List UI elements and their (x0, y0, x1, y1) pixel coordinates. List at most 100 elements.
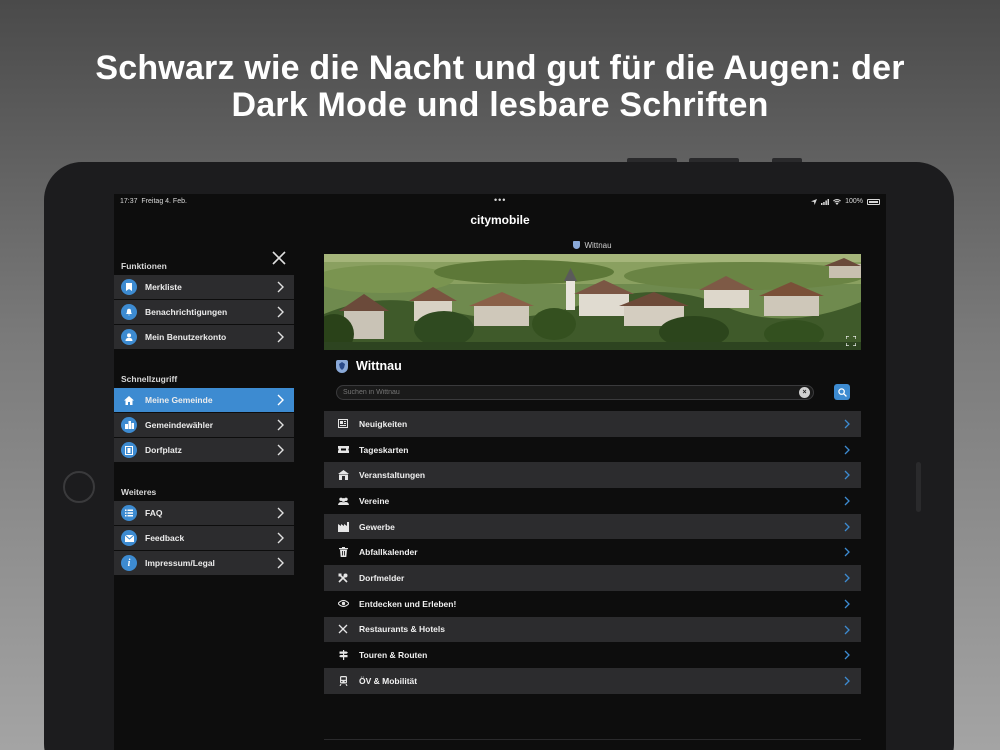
marketing-headline: Schwarz wie die Nacht und gut für die Au… (0, 50, 1000, 124)
sidebar-item-gemeindewaehler[interactable]: Gemeindewähler (114, 413, 294, 437)
status-bar: 17:37 Freitag 4. Feb. ••• 100% (114, 194, 886, 210)
clear-icon[interactable]: × (799, 387, 810, 398)
sidebar-item-feedback[interactable]: Feedback (114, 526, 294, 550)
sidebar-item-label: Merkliste (145, 282, 182, 292)
sidebar-item-benachrichtigungen[interactable]: Benachrichtigungen (114, 300, 294, 324)
bottom-divider (324, 739, 861, 740)
section-label-schnellzugriff: Schnellzugriff (121, 374, 178, 384)
category-gewerbe[interactable]: Gewerbe (324, 513, 861, 540)
category-tageskarten[interactable]: Tageskarten (324, 437, 861, 463)
news-icon (336, 417, 350, 431)
location-name: Wittnau (584, 241, 612, 250)
ipad-screen: 17:37 Freitag 4. Feb. ••• 100% citymobil… (114, 194, 886, 750)
expand-icon[interactable] (846, 336, 856, 346)
chevron-right-icon (844, 419, 850, 429)
bell-icon (121, 304, 137, 320)
category-touren[interactable]: Touren & Routen (324, 642, 861, 668)
category-veranstaltungen[interactable]: Veranstaltungen (324, 462, 861, 489)
chevron-right-icon (844, 470, 850, 480)
chevron-right-icon (844, 573, 850, 583)
category-label: Abfallkalender (359, 547, 418, 558)
chevron-right-icon (277, 394, 284, 406)
category-entdecken[interactable]: Entdecken und Erleben! (324, 591, 861, 617)
sidebar-item-impressum[interactable]: i Impressum/Legal (114, 551, 294, 575)
camera-ring (63, 471, 95, 503)
crest-icon (573, 241, 581, 249)
sidebar-item-meine-gemeinde[interactable]: Meine Gemeinde (114, 388, 294, 412)
section-label-weiteres: Weiteres (121, 487, 157, 497)
sidebar-item-dorfplatz[interactable]: Dorfplatz (114, 438, 294, 462)
city-icon (121, 417, 137, 433)
category-label: Veranstaltungen (359, 470, 426, 481)
chevron-right-icon (844, 522, 850, 532)
category-vereine[interactable]: Vereine (324, 488, 861, 514)
chevron-right-icon (844, 625, 850, 634)
sidebar-item-label: Impressum/Legal (145, 558, 215, 568)
tools-icon (336, 571, 350, 585)
category-oev[interactable]: ÖV & Mobilität (324, 667, 861, 694)
category-restaurants[interactable]: Restaurants & Hotels (324, 616, 861, 643)
trash-icon (336, 545, 350, 559)
bookmark-icon (121, 279, 137, 295)
venue-icon (336, 468, 350, 482)
chevron-right-icon (277, 507, 284, 519)
category-dorfmelder[interactable]: Dorfmelder (324, 565, 861, 591)
wifi-icon (833, 198, 842, 205)
category-label: Neuigkeiten (359, 418, 408, 429)
chevron-right-icon (844, 496, 850, 506)
chevron-right-icon (844, 650, 850, 660)
app-title: citymobile (470, 213, 530, 227)
train-icon (336, 674, 350, 688)
sidebar-item-label: Dorfplatz (145, 445, 182, 455)
film-icon (121, 442, 137, 458)
mail-icon (121, 530, 137, 546)
search-button[interactable] (834, 384, 850, 400)
town-banner-image (324, 254, 861, 350)
category-abfallkalender[interactable]: Abfallkalender (324, 539, 861, 565)
sidebar-item-label: FAQ (145, 508, 163, 518)
chevron-right-icon (277, 557, 284, 569)
section-label-funktionen: Funktionen (121, 261, 167, 271)
list-icon (121, 505, 137, 521)
signal-icon (821, 198, 830, 205)
info-icon: i (121, 555, 137, 571)
chevron-right-icon (277, 281, 284, 293)
category-list: Neuigkeiten Tageskarten Veranstaltungen … (324, 411, 861, 694)
ticket-icon (336, 443, 350, 457)
status-right: 100% (811, 198, 880, 205)
side-sensor (916, 462, 921, 512)
sidebar-item-faq[interactable]: FAQ (114, 501, 294, 525)
chevron-right-icon (844, 547, 850, 557)
category-label: Restaurants & Hotels (359, 624, 445, 635)
search-input[interactable] (336, 385, 814, 400)
close-icon[interactable] (271, 250, 287, 266)
location-line: Wittnau (324, 241, 861, 250)
town-name: Wittnau (356, 359, 402, 373)
chevron-right-icon (844, 445, 850, 455)
factory-icon (336, 520, 350, 534)
chevron-right-icon (277, 419, 284, 431)
category-label: Tageskarten (359, 444, 409, 455)
headline-line-2: Dark Mode und lesbare Schriften (231, 86, 769, 124)
search-icon (837, 387, 847, 397)
location-icon (811, 198, 818, 205)
sidebar-item-benutzerkonto[interactable]: Mein Benutzerkonto (114, 325, 294, 349)
category-label: ÖV & Mobilität (359, 675, 418, 686)
multitask-dots[interactable]: ••• (494, 195, 506, 205)
sidebar-item-label: Feedback (145, 533, 185, 543)
group-icon (336, 494, 350, 508)
sidebar-item-merkliste[interactable]: Merkliste (114, 275, 294, 299)
category-label: Vereine (359, 495, 390, 506)
chevron-right-icon (277, 444, 284, 456)
category-neuigkeiten[interactable]: Neuigkeiten (324, 411, 861, 437)
chevron-right-icon (844, 676, 850, 686)
sidebar-item-label: Meine Gemeinde (145, 395, 213, 405)
battery-percent: 100% (845, 198, 863, 205)
town-heading: Wittnau (336, 359, 402, 373)
category-label: Touren & Routen (359, 650, 428, 661)
sidebar-item-label: Mein Benutzerkonto (145, 332, 227, 342)
battery-icon (867, 198, 880, 205)
crest-icon (336, 359, 348, 373)
chevron-right-icon (277, 331, 284, 343)
chevron-right-icon (277, 306, 284, 318)
